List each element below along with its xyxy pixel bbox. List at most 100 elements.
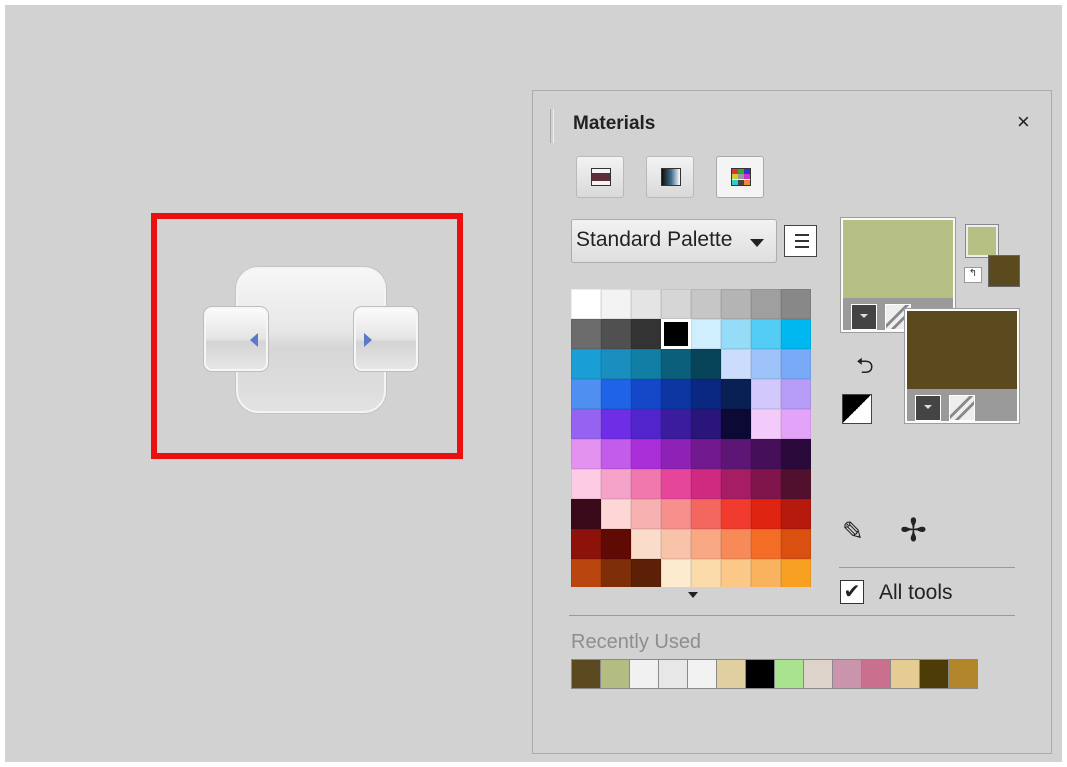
color-swatch[interactable] (631, 349, 661, 379)
scroll-down-icon[interactable] (688, 592, 698, 598)
recent-color-swatch[interactable] (745, 659, 775, 689)
color-swatch[interactable] (781, 409, 811, 439)
color-swatch[interactable] (691, 559, 721, 587)
palette-select[interactable]: Standard Palette (571, 219, 777, 263)
color-swatch[interactable] (571, 319, 601, 349)
color-swatch[interactable] (571, 349, 601, 379)
close-icon[interactable]: × (1017, 109, 1030, 135)
color-swatch[interactable] (721, 349, 751, 379)
color-swatch[interactable] (721, 469, 751, 499)
color-swatch[interactable] (781, 439, 811, 469)
color-swatch[interactable] (571, 379, 601, 409)
color-swatch[interactable] (721, 319, 751, 349)
palette-options-button[interactable] (784, 225, 817, 257)
color-swatch[interactable] (631, 529, 661, 559)
background-swatch-mini[interactable] (988, 255, 1020, 287)
color-swatch[interactable] (661, 409, 691, 439)
color-swatch[interactable] (781, 469, 811, 499)
color-swatch[interactable] (571, 439, 601, 469)
color-swatch[interactable] (631, 559, 661, 587)
color-swatch[interactable] (601, 289, 631, 319)
color-swatch[interactable] (751, 379, 781, 409)
color-swatch[interactable] (601, 349, 631, 379)
swap-small-icon[interactable]: ↰ (964, 267, 982, 283)
color-swatch[interactable] (631, 379, 661, 409)
pointer-cross-icon[interactable]: ✢ (900, 511, 927, 549)
dock-left-button[interactable] (204, 307, 268, 371)
color-swatch[interactable] (601, 319, 631, 349)
color-swatch[interactable] (601, 469, 631, 499)
recent-color-swatch[interactable] (919, 659, 949, 689)
recent-color-swatch[interactable] (629, 659, 659, 689)
all-tools-checkbox[interactable]: ✔ (840, 580, 864, 604)
recent-color-swatch[interactable] (832, 659, 862, 689)
color-swatch[interactable] (691, 469, 721, 499)
color-swatch[interactable] (661, 349, 691, 379)
color-swatch[interactable] (751, 409, 781, 439)
color-swatch[interactable] (661, 499, 691, 529)
color-swatch[interactable] (721, 409, 751, 439)
color-swatch[interactable] (751, 529, 781, 559)
background-properties[interactable] (905, 309, 1019, 423)
color-swatch[interactable] (751, 439, 781, 469)
recent-color-swatch[interactable] (890, 659, 920, 689)
background-style-button[interactable] (915, 395, 941, 421)
color-swatch[interactable] (571, 409, 601, 439)
recent-color-swatch[interactable] (687, 659, 717, 689)
color-swatch[interactable] (691, 439, 721, 469)
color-swatch[interactable] (751, 499, 781, 529)
color-swatch[interactable] (601, 499, 631, 529)
color-swatch[interactable] (781, 529, 811, 559)
color-swatch[interactable] (781, 319, 811, 349)
color-swatch[interactable] (661, 319, 691, 349)
foreground-color-box[interactable] (843, 220, 953, 298)
color-swatch[interactable] (631, 499, 661, 529)
recent-color-swatch[interactable] (861, 659, 891, 689)
color-swatch[interactable] (721, 529, 751, 559)
color-swatch[interactable] (661, 379, 691, 409)
recent-color-swatch[interactable] (803, 659, 833, 689)
background-transparent-button[interactable] (949, 395, 975, 421)
color-swatch[interactable] (781, 499, 811, 529)
color-swatch[interactable] (601, 409, 631, 439)
color-swatch[interactable] (721, 439, 751, 469)
swap-colors-icon[interactable]: ⮌ (856, 349, 874, 387)
reset-colors-icon[interactable] (842, 394, 872, 424)
color-swatch[interactable] (631, 319, 661, 349)
color-swatch[interactable] (691, 379, 721, 409)
color-swatch[interactable] (691, 529, 721, 559)
color-swatch[interactable] (631, 439, 661, 469)
color-swatch[interactable] (691, 499, 721, 529)
eyedropper-icon[interactable]: ✎ (842, 516, 864, 547)
color-swatch[interactable] (691, 289, 721, 319)
color-swatch[interactable] (691, 349, 721, 379)
color-swatch[interactable] (661, 559, 691, 587)
color-swatch[interactable] (721, 289, 751, 319)
recent-color-swatch[interactable] (948, 659, 978, 689)
color-swatch[interactable] (721, 499, 751, 529)
color-swatch[interactable] (631, 469, 661, 499)
dock-right-button[interactable] (354, 307, 418, 371)
color-swatch[interactable] (571, 499, 601, 529)
color-swatch[interactable] (781, 559, 811, 587)
color-swatch[interactable] (781, 349, 811, 379)
color-swatch[interactable] (601, 559, 631, 587)
foreground-swatch-mini[interactable] (966, 225, 998, 257)
color-swatch[interactable] (781, 379, 811, 409)
color-swatch[interactable] (751, 289, 781, 319)
color-swatch[interactable] (751, 559, 781, 587)
color-swatch[interactable] (781, 289, 811, 319)
recent-color-swatch[interactable] (571, 659, 601, 689)
color-swatch[interactable] (751, 319, 781, 349)
color-swatch[interactable] (691, 319, 721, 349)
color-swatch[interactable] (661, 469, 691, 499)
tab-frame[interactable] (576, 156, 624, 198)
recent-color-swatch[interactable] (774, 659, 804, 689)
foreground-style-button[interactable] (851, 304, 877, 330)
recent-color-swatch[interactable] (716, 659, 746, 689)
tab-swatches[interactable] (716, 156, 764, 198)
color-swatch[interactable] (571, 289, 601, 319)
panel-grip-handle[interactable] (550, 109, 554, 143)
color-swatch[interactable] (751, 469, 781, 499)
recent-color-swatch[interactable] (600, 659, 630, 689)
